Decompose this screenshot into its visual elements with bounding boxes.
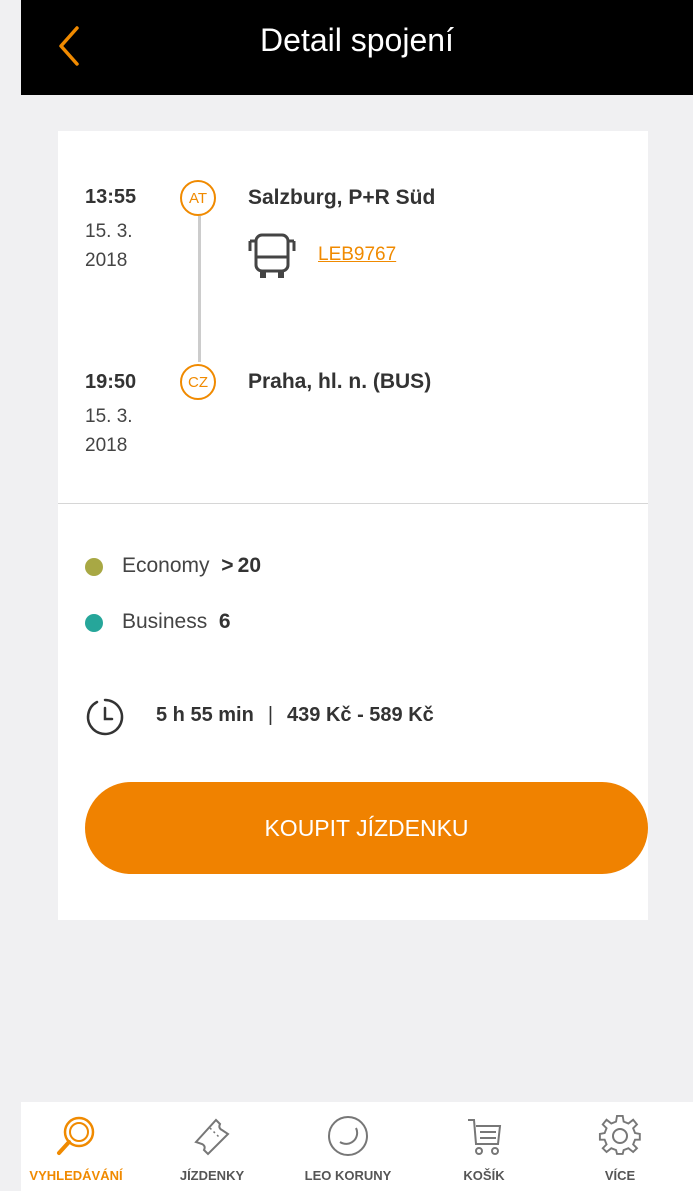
tab-tickets-label: JÍZDENKY [179, 1168, 245, 1183]
cart-icon [468, 1119, 502, 1155]
divider [58, 503, 648, 504]
economy-seats: > 20 [221, 554, 262, 577]
economy-label: Economy [122, 554, 210, 577]
departure-country-badge: AT [180, 180, 216, 216]
departure-stop: Salzburg, P+R Süd [248, 186, 436, 209]
top-bar: Detail spojení [21, 0, 693, 95]
ticket-icon [194, 1118, 230, 1156]
business-label: Business [122, 610, 208, 633]
business-class: Business 6 [122, 610, 231, 634]
clock-icon [86, 698, 124, 736]
arrival-country-badge: CZ [180, 364, 216, 400]
business-seats: 6 [218, 610, 231, 633]
tab-more[interactable]: VÍCE [555, 1102, 685, 1191]
price-range: 439 Kč - 589 Kč [287, 704, 434, 726]
tab-leo-coins-label: LEO KORUNY [304, 1168, 392, 1183]
arrival-date: 15. 3. 2018 [85, 406, 133, 456]
tab-tickets[interactable]: JÍZDENKY [147, 1102, 277, 1191]
search-icon [57, 1116, 95, 1155]
departure-date: 15. 3. 2018 [85, 221, 133, 271]
tab-more-label: VÍCE [604, 1168, 636, 1183]
arrival-time: 19:50 [85, 371, 137, 393]
buy-ticket-button[interactable]: KOUPIT JÍZDENKU [85, 782, 648, 874]
tab-cart-label: KOŠÍK [463, 1168, 505, 1183]
economy-dot [85, 558, 103, 576]
tab-search-label: VYHLEDÁVÁNÍ [29, 1168, 123, 1183]
bottom-tab-bar: VYHLEDÁVÁNÍ JÍZDENKY LEO KORUNY KOŠÍK VÍ… [21, 1102, 693, 1191]
page-title: Detail spojení [260, 22, 454, 58]
summary-separator: | [267, 704, 274, 726]
duration: 5 h 55 min [156, 704, 254, 726]
economy-class: Economy > 20 [122, 554, 261, 578]
arrival-stop: Praha, hl. n. (BUS) [248, 370, 432, 393]
coin-icon [328, 1116, 368, 1156]
departure-time: 13:55 [85, 186, 137, 208]
bus-icon [248, 233, 296, 278]
tab-leo-coins[interactable]: LEO KORUNY [283, 1102, 413, 1191]
trip-summary: 5 h 55 min | 439 Kč - 589 Kč [156, 704, 434, 727]
tab-cart[interactable]: KOŠÍK [419, 1102, 549, 1191]
route-line [198, 216, 201, 362]
gear-icon [598, 1114, 641, 1155]
connection-card: 13:55 15. 3. 2018 AT Salzburg, P+R Süd L… [58, 131, 648, 920]
tab-search[interactable]: VYHLEDÁVÁNÍ [11, 1102, 141, 1191]
line-number-link[interactable]: LEB9767 [318, 244, 396, 266]
business-dot [85, 614, 103, 632]
